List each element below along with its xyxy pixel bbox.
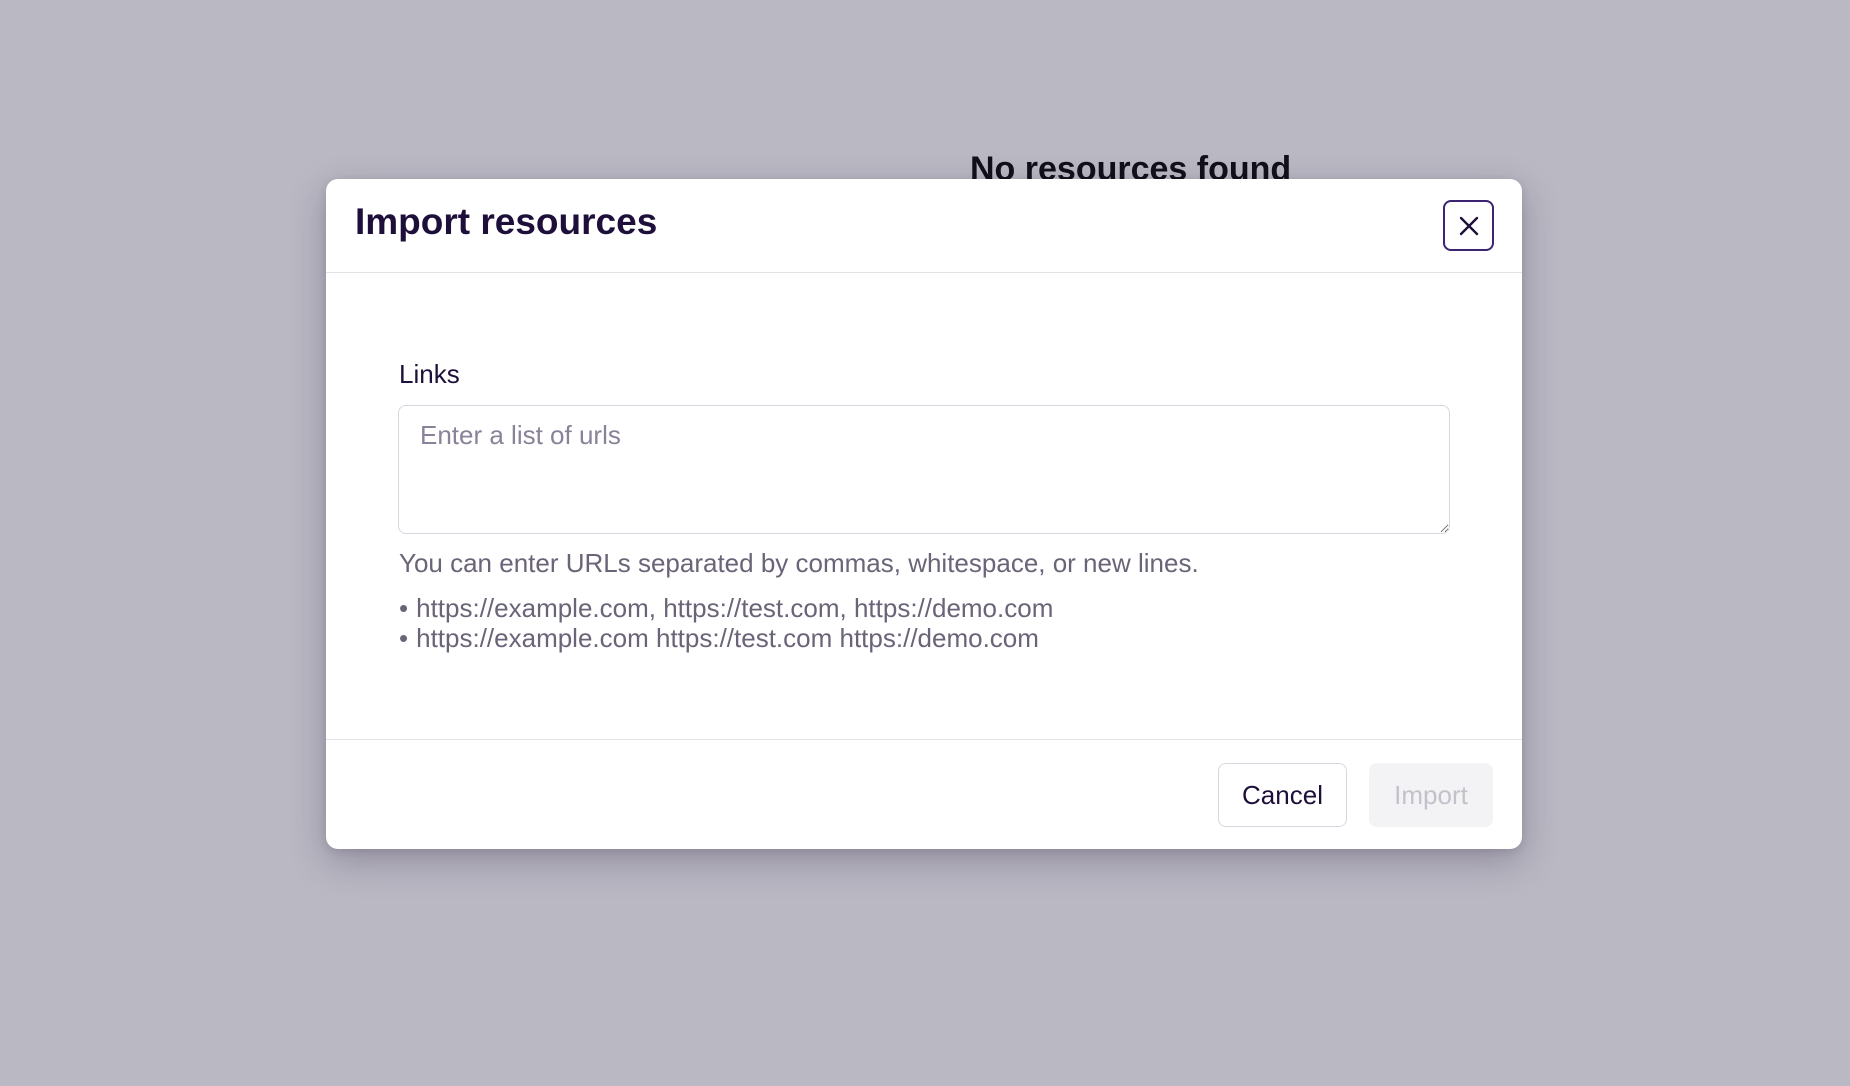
url-example-item: • https://example.com, https://test.com, … bbox=[399, 593, 1053, 623]
close-button[interactable] bbox=[1443, 200, 1494, 251]
links-help-text: You can enter URLs separated by commas, … bbox=[399, 548, 1199, 578]
dialog-footer: Cancel Import bbox=[326, 739, 1522, 849]
url-example-item: • https://example.com https://test.com ht… bbox=[399, 623, 1053, 653]
bullet-icon: • bbox=[399, 593, 409, 623]
links-textarea[interactable] bbox=[398, 405, 1450, 534]
links-label: Links bbox=[399, 359, 460, 389]
import-button[interactable]: Import bbox=[1369, 763, 1493, 827]
cancel-button[interactable]: Cancel bbox=[1218, 763, 1347, 827]
bullet-icon: • bbox=[399, 623, 409, 653]
url-example-text: https://example.com, https://test.com, h… bbox=[416, 593, 1054, 623]
dialog-header: Import resources bbox=[326, 179, 1522, 273]
url-example-text: https://example.com https://test.com htt… bbox=[416, 623, 1039, 653]
dialog-title: Import resources bbox=[355, 201, 658, 242]
import-resources-dialog: Import resources Links You can enter URL… bbox=[326, 179, 1522, 849]
url-examples-list: • https://example.com, https://test.com, … bbox=[399, 593, 1053, 653]
close-icon bbox=[1459, 216, 1478, 235]
dialog-body: Links You can enter URLs separated by co… bbox=[326, 273, 1522, 739]
